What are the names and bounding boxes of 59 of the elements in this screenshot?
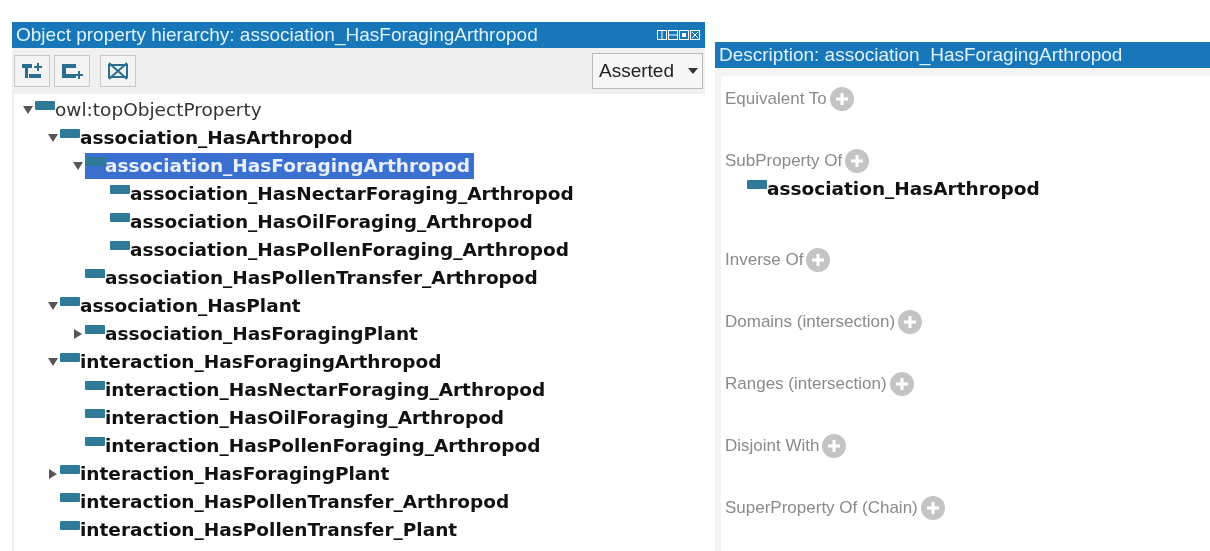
property-icon [60, 465, 80, 474]
panel-title: Object property hierarchy: association_HasForagingArthropod [16, 24, 539, 46]
expand-arrow-icon[interactable] [47, 468, 59, 480]
collapse-arrow-icon[interactable] [47, 356, 59, 368]
view-controls-icon[interactable] [657, 29, 701, 41]
tree-item[interactable]: association_HasForagingPlant [85, 321, 422, 347]
tree-item[interactable]: association_HasOilForaging_Arthropod [110, 209, 537, 235]
view-dropdown[interactable]: Asserted [592, 53, 703, 89]
add-sibling-icon [60, 61, 84, 81]
tree-item[interactable]: interaction_HasPollenTransfer_Arthropod [60, 489, 514, 515]
add-child-icon [20, 61, 44, 81]
tree-item[interactable]: association_HasNectarForaging_Arthropod [110, 181, 578, 207]
tree-item[interactable]: association_HasPollenTransfer_Arthropod [85, 265, 542, 291]
tree-item[interactable]: association_HasPlant [60, 293, 305, 319]
tree-item[interactable]: interaction_HasForagingArthropod [60, 349, 446, 375]
tree-item[interactable]: association_HasPollenForaging_Arthropod [110, 237, 573, 263]
property-icon [110, 213, 130, 222]
property-icon [110, 185, 130, 194]
property-icon [60, 493, 80, 502]
property-icon [60, 297, 80, 306]
property-icon [60, 521, 80, 530]
section-item[interactable]: association_HasArthropod [767, 176, 1040, 202]
tree-item[interactable]: interaction_HasOilForaging_Arthropod [85, 405, 509, 431]
property-icon [85, 409, 105, 418]
tree-item[interactable]: association_HasArthropod [60, 125, 357, 151]
property-icon [85, 269, 105, 278]
property-icon [747, 180, 767, 189]
section-label: Equivalent To [725, 89, 827, 109]
property-icon [60, 353, 80, 362]
property-icon [110, 241, 130, 250]
tree-item[interactable]: interaction_HasPollenTransfer_Plant [60, 517, 462, 543]
delete-property-button[interactable] [100, 55, 136, 87]
tree-item[interactable]: interaction_HasNectarForaging_Arthropod [85, 377, 550, 403]
section-label: Domains (intersection) [725, 312, 896, 332]
collapse-arrow-icon[interactable] [22, 104, 34, 116]
section-label: SuperProperty Of (Chain) [725, 498, 918, 518]
property-icon [85, 157, 105, 166]
add-sibling-property-button[interactable] [54, 55, 90, 87]
property-icon [85, 437, 105, 446]
property-icon [85, 381, 105, 390]
caret-icon [688, 68, 698, 74]
collapse-arrow-icon[interactable] [47, 132, 59, 144]
tree-item[interactable]: owl:topObjectProperty [35, 97, 266, 123]
selected-tree-item[interactable]: association_HasForagingArthropod [85, 153, 474, 179]
tree-item[interactable]: interaction_HasPollenForaging_Arthropod [85, 433, 545, 459]
expand-arrow-icon[interactable] [72, 328, 84, 340]
collapse-arrow-icon[interactable] [72, 160, 84, 172]
section-label: SubProperty Of [725, 151, 843, 171]
property-icon [85, 325, 105, 334]
tree-item[interactable]: interaction_HasForagingPlant [60, 461, 394, 487]
panel-title: Description: association_HasForagingArthropod [719, 44, 1124, 66]
section-label: Ranges (intersection) [725, 374, 887, 394]
add-sub-property-button[interactable] [14, 55, 50, 87]
property-icon [60, 129, 80, 138]
collapse-arrow-icon[interactable] [47, 300, 59, 312]
section-label: Disjoint With [725, 436, 820, 456]
property-icon [35, 101, 55, 110]
section-label: Inverse Of [725, 250, 804, 270]
delete-icon [106, 61, 130, 81]
